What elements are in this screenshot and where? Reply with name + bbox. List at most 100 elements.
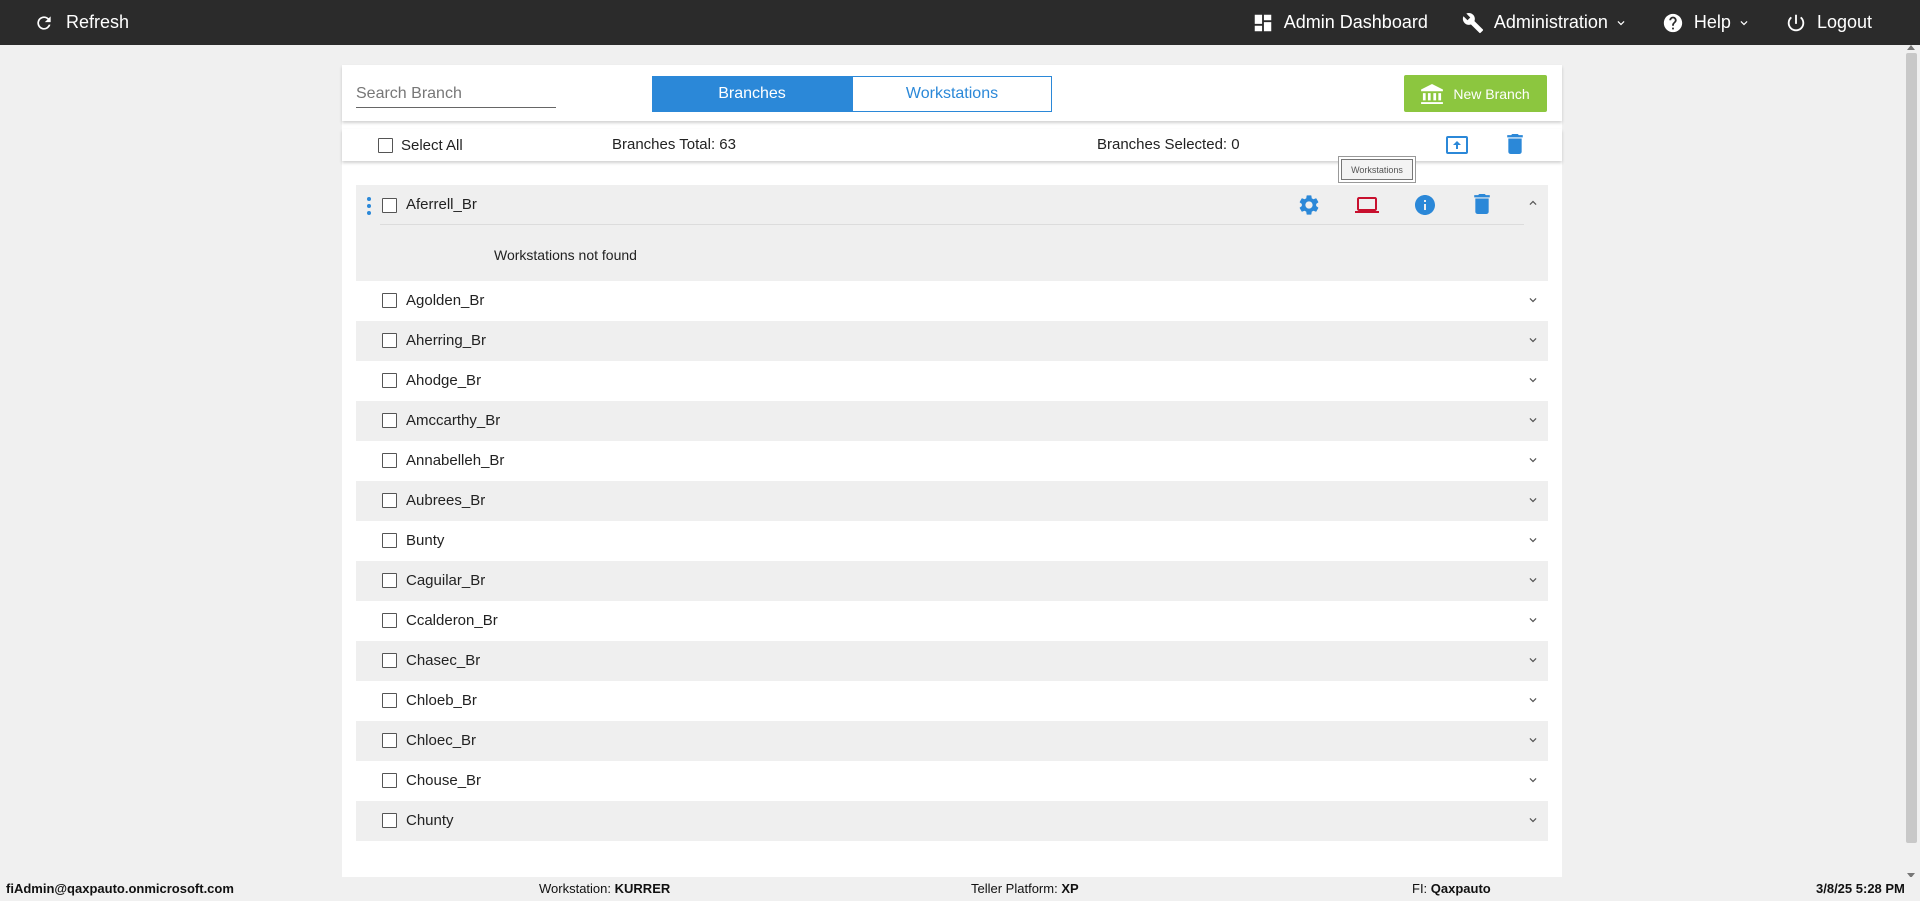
select-all-checkbox[interactable] [378,138,393,153]
chevron-down-icon [1529,418,1537,423]
wrench-icon [1462,12,1483,33]
fi-status-value: Qaxpauto [1430,881,1491,896]
branch-name: Aferrell_Br [406,196,477,213]
branch-row[interactable]: Chunty [356,801,1548,841]
branch-checkbox[interactable] [382,293,397,308]
administration-menu[interactable]: Administration [1462,12,1628,34]
branch-checkbox[interactable] [382,653,397,668]
collapse-button[interactable] [1526,196,1540,215]
branch-checkbox[interactable] [382,373,397,388]
branch-name: Agolden_Br [406,292,485,309]
branch-name: Annabelleh_Br [406,452,505,469]
branch-checkbox[interactable] [382,533,397,548]
admin-dashboard-link[interactable]: Admin Dashboard [1252,12,1428,34]
branch-name: Chloeb_Br [406,692,477,709]
branch-name: Caguilar_Br [406,572,486,589]
scrollbar-thumb[interactable] [1906,53,1917,843]
info-icon [1415,195,1435,215]
delete-branch-button[interactable] [1473,194,1491,214]
branch-checkbox[interactable] [382,693,397,708]
scroll-up-arrow[interactable] [1907,45,1915,50]
expand-button[interactable] [1526,533,1540,552]
branch-checkbox[interactable] [382,573,397,588]
branch-row[interactable]: Annabelleh_Br [356,441,1548,481]
tab-branches[interactable]: Branches [652,76,852,112]
chevron-down-icon [1529,458,1537,463]
branch-row[interactable]: Ahodge_Br [356,361,1548,401]
workstations-tooltip: Workstations [1338,156,1416,183]
laptop-icon [1355,197,1379,213]
select-all-label: Select All [401,137,463,154]
branch-row[interactable]: Chasec_Br [356,641,1548,681]
expand-button[interactable] [1526,493,1540,512]
help-menu[interactable]: Help [1662,12,1751,34]
branch-checkbox[interactable] [382,453,397,468]
branch-name: Ccalderon_Br [406,612,498,629]
workstation-status: Workstation: KURRER [539,881,670,896]
branch-row-expanded: Aferrell_Br Workstations not found [356,185,1548,281]
branch-checkbox[interactable] [382,773,397,788]
expand-button[interactable] [1526,733,1540,752]
branch-row[interactable]: Aubrees_Br [356,481,1548,521]
branch-checkbox[interactable] [382,613,397,628]
chevron-down-icon [1529,578,1537,583]
expand-button[interactable] [1526,813,1540,832]
search-branch-input[interactable] [356,80,556,108]
export-button[interactable] [1446,135,1468,155]
chevron-down-icon [1529,658,1537,663]
branch-name: Ahodge_Br [406,372,482,389]
expand-button[interactable] [1526,773,1540,792]
chevron-down-icon [1529,818,1537,823]
branch-row[interactable]: Amccarthy_Br [356,401,1548,441]
branch-row[interactable]: Bunty [356,521,1548,561]
delete-selected-button[interactable] [1506,134,1524,154]
expand-button[interactable] [1526,693,1540,712]
chevron-down-icon [1740,20,1748,25]
chevron-down-icon [1529,698,1537,703]
refresh-icon [37,15,51,30]
branch-row[interactable]: Aherring_Br [356,321,1548,361]
tab-workstations[interactable]: Workstations [852,76,1052,112]
branch-name: Chasec_Br [406,652,481,669]
chevron-down-icon [1529,738,1537,743]
chevron-down-icon [1529,378,1537,383]
platform-status: Teller Platform: XP [971,881,1079,896]
branch-row[interactable]: Agolden_Br [356,281,1548,321]
branch-checkbox[interactable] [382,733,397,748]
refresh-button[interactable]: Refresh [34,12,129,33]
branch-row[interactable]: Chloeb_Br [356,681,1548,721]
drag-handle-icon[interactable] [367,197,371,215]
trash-icon [1474,194,1490,214]
branch-checkbox[interactable] [382,413,397,428]
expand-button[interactable] [1526,653,1540,672]
expand-button[interactable] [1526,453,1540,472]
branch-row[interactable]: Caguilar_Br [356,561,1548,601]
branch-checkbox[interactable] [382,813,397,828]
expand-button[interactable] [1526,613,1540,632]
workstations-button[interactable] [1354,193,1380,217]
branch-row[interactable]: Chouse_Br [356,761,1548,801]
branch-name: Chouse_Br [406,772,482,789]
page-scrollbar[interactable] [1903,45,1920,880]
branch-row[interactable]: Ccalderon_Br [356,601,1548,641]
branch-checkbox[interactable] [382,493,397,508]
chevron-down-icon [1529,538,1537,543]
help-icon [1663,13,1683,32]
settings-button[interactable] [1297,193,1321,217]
info-button[interactable] [1413,193,1437,217]
logout-button[interactable]: Logout [1785,12,1872,34]
divider [380,224,1524,225]
branches-panel: Branches Workstations New Branch Select … [342,65,1562,880]
branch-row[interactable]: Chloec_Br [356,721,1548,761]
expand-button[interactable] [1526,373,1540,392]
view-tabs: Branches Workstations [652,76,1052,112]
expand-button[interactable] [1526,573,1540,592]
status-bar: fiAdmin@qaxpauto.onmicrosoft.com Worksta… [0,877,1920,901]
expand-button[interactable] [1526,293,1540,312]
branch-checkbox[interactable] [382,198,397,213]
new-branch-button[interactable]: New Branch [1404,75,1547,112]
expand-button[interactable] [1526,333,1540,352]
expand-button[interactable] [1526,413,1540,432]
branch-checkbox[interactable] [382,333,397,348]
workstations-empty-message: Workstations not found [494,247,637,263]
